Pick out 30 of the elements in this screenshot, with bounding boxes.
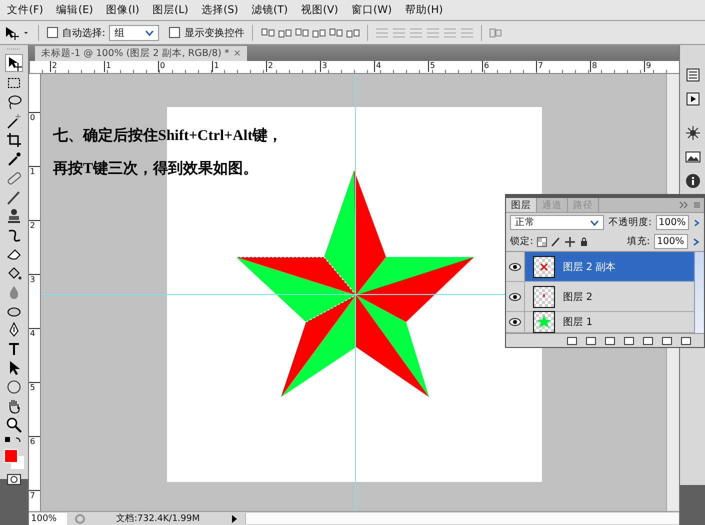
ruler-number: 2: [29, 220, 40, 274]
ruler-number: 3: [320, 61, 374, 72]
ruler-number: 2: [50, 61, 104, 72]
ruler-number: 1: [104, 61, 158, 72]
ruler-number: 8: [590, 61, 644, 72]
layer-name: 图层 2 副本: [563, 260, 616, 274]
ruler-number: 7: [536, 61, 590, 72]
fill-label: 填充:: [626, 235, 650, 248]
lock-label: 锁定:: [510, 235, 534, 248]
caption-text: 七、确定后按住Shift+Ctrl+Alt键，: [53, 126, 283, 146]
ruler-number: 2: [266, 61, 320, 72]
opacity-label: 不透明度:: [608, 216, 652, 229]
ruler-number: 6: [482, 61, 536, 72]
layer-name: 图层 1: [563, 316, 593, 329]
ruler-number: 0: [29, 112, 40, 166]
ruler-number: 5: [428, 61, 482, 72]
ruler-number: 4: [29, 328, 40, 382]
ruler-number: 6: [29, 436, 40, 490]
ruler-number: 1: [212, 61, 266, 72]
ruler-number: 3: [29, 274, 40, 328]
ruler-number: 1: [29, 166, 40, 220]
document-title: 未标题-1 @ 100% (图层 2 副本, RGB/8) *: [41, 47, 230, 60]
ruler-number: 4: [374, 61, 428, 72]
document-info: 文档:732.4K/1.99M: [115, 512, 201, 525]
ruler-number: 5: [29, 382, 40, 436]
caption-text: 再按T键三次，得到效果如图。: [53, 159, 260, 179]
ruler-number: 0: [158, 61, 212, 72]
show-transform-label: 显示变换控件: [184, 26, 244, 40]
auto-select-label: 自动选择:: [62, 26, 106, 40]
layer-name: 图层 2: [563, 290, 593, 304]
